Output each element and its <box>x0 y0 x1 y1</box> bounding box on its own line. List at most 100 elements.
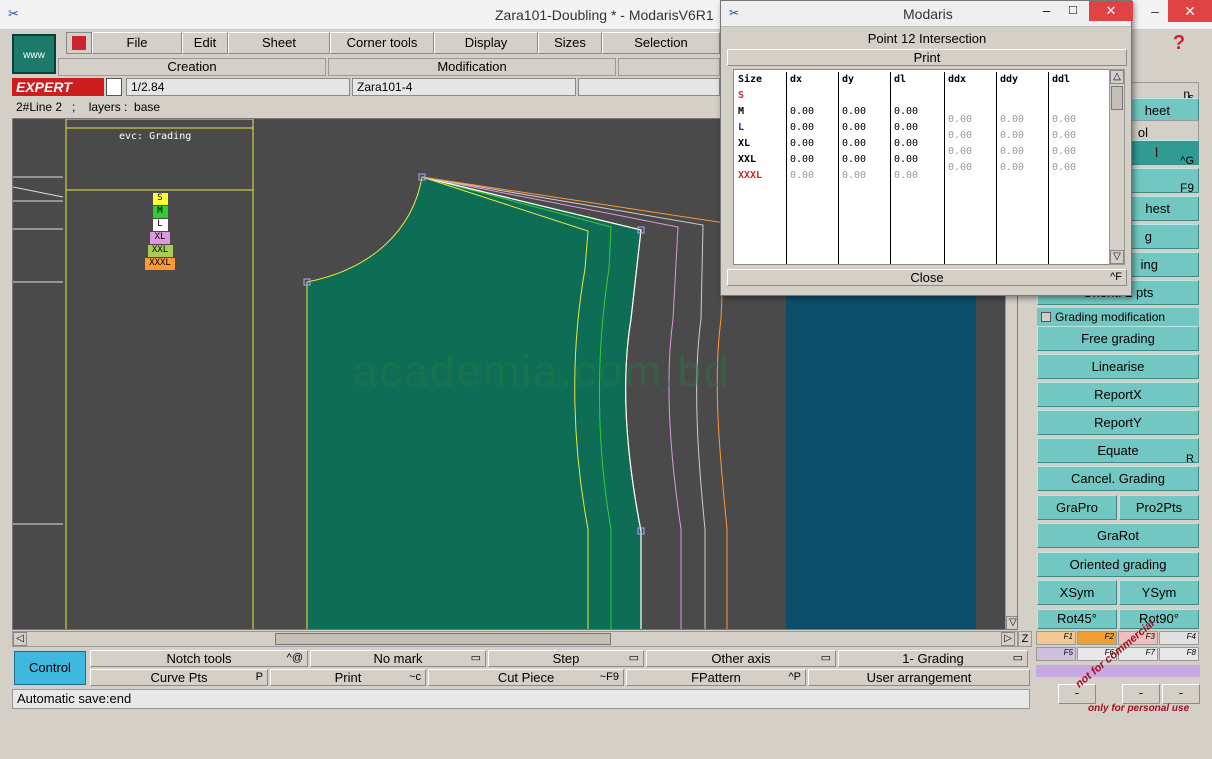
print-button[interactable]: Print <box>727 49 1127 66</box>
equate-button[interactable]: Equate R <box>1037 438 1199 465</box>
column-divider <box>890 72 891 264</box>
table-cell: 0.00 <box>790 106 815 117</box>
toolbar-btn-other-axis[interactable]: Other axis ▭ <box>646 650 836 667</box>
menu-modification[interactable]: Modification <box>328 58 616 76</box>
legend-size-3: XL <box>150 232 170 244</box>
close-label: Close <box>910 270 944 285</box>
menu-selection[interactable]: Selection <box>602 32 720 54</box>
toolbar-row-2: Curve Pts P Print ~c Cut Piece ~F9 FPattern ^P U… <box>90 669 1030 687</box>
table-cell: 0.00 <box>842 138 867 149</box>
menu-corner-tools[interactable]: Corner tools <box>330 32 434 54</box>
button-hotkey: ~F9 <box>599 671 619 683</box>
button-label: Print <box>334 670 362 685</box>
scroll-up-icon[interactable]: △ <box>1110 70 1124 84</box>
checkbox-label: Grading modification <box>1055 310 1166 324</box>
piece-name-field[interactable]: Zara101-4 <box>352 78 576 96</box>
function-key-f2[interactable]: F2 <box>1077 631 1117 645</box>
lectra-logo-icon[interactable] <box>66 32 92 54</box>
table-cell: 0.00 <box>948 162 973 173</box>
table-cell: 0.00 <box>1000 114 1025 125</box>
control-button[interactable]: Control <box>14 651 86 685</box>
toolbar-btn-no-mark[interactable]: No mark ▭ <box>310 650 486 667</box>
button-label: Notch tools <box>166 651 232 666</box>
button-label: Curve Pts <box>150 670 208 685</box>
menu-sizes[interactable]: Sizes <box>538 32 602 54</box>
point-intersection-dialog: ✂ Modaris – □ ✕ Point 12 Intersection Pr… <box>720 0 1133 296</box>
zoom-z-icon[interactable]: Z <box>1018 631 1032 647</box>
button-label: Cut Piece <box>497 670 555 685</box>
legend-size-5: XXXL <box>145 258 175 270</box>
table-cell: 0.00 <box>1052 162 1077 173</box>
status-line: 2#Line 2 ; layers : base <box>12 98 720 116</box>
table-cell: 0.00 <box>894 154 919 165</box>
table-cell: 0.00 <box>1000 162 1025 173</box>
scroll-down-icon[interactable]: ▽ <box>1110 250 1124 264</box>
pro2pts-button[interactable]: Pro2Pts <box>1119 495 1199 520</box>
scroll-down-icon[interactable]: ▽ <box>1006 616 1017 629</box>
dialog-header: Point 12 Intersection <box>867 31 987 46</box>
overlay-line-2: only for personal use <box>1088 703 1190 714</box>
toolbar-btn-user-arrangement[interactable]: User arrangement <box>808 669 1030 686</box>
reportx-button[interactable]: ReportX <box>1037 382 1199 407</box>
scroll-left-icon[interactable]: ◁ <box>13 632 27 646</box>
scroll-right-icon[interactable]: ▷ <box>1001 632 1015 646</box>
dialog-maximize-icon[interactable]: □ <box>1069 2 1077 17</box>
window-title: Zara101-Doubling * - ModarisV6R1 <box>495 7 714 23</box>
logo-button[interactable]: www <box>12 34 56 74</box>
xsym-button[interactable]: XSym <box>1037 580 1117 605</box>
column-divider <box>944 72 945 264</box>
cancel-grading-button[interactable]: Cancel. Grading <box>1037 466 1199 491</box>
row-size-label: S <box>738 90 745 101</box>
scale-field[interactable]: 1/2.84 <box>126 78 350 96</box>
linearise-button[interactable]: Linearise <box>1037 354 1199 379</box>
ysym-button[interactable]: YSym <box>1119 580 1199 605</box>
scroll-thumb[interactable] <box>1111 86 1123 110</box>
legend-size-4: XXL <box>147 245 173 257</box>
button-hotkey: ▭ <box>470 652 481 664</box>
legend-size-1: M <box>152 206 168 218</box>
table-cell: 0.00 <box>790 170 815 181</box>
toolbar-btn-print[interactable]: Print ~c <box>270 669 426 686</box>
table-cell: 0.00 <box>1052 146 1077 157</box>
table-cell: 0.00 <box>790 138 815 149</box>
checkbox-icon[interactable] <box>1041 312 1051 322</box>
partial-label: ing <box>1140 257 1158 272</box>
tick-mark <box>13 186 64 198</box>
dialog-scrollbar[interactable]: △ ▽ <box>1109 69 1125 265</box>
function-key-f5[interactable]: F5 <box>1036 647 1076 661</box>
toolbar-btn-curve-pts[interactable]: Curve Pts P <box>90 669 268 686</box>
rot45-button[interactable]: Rot45° <box>1037 609 1117 629</box>
grapro-button[interactable]: GraPro <box>1037 495 1117 520</box>
column-header: Size <box>738 74 763 85</box>
toolbar-btn-cut-piece[interactable]: Cut Piece ~F9 <box>428 669 624 686</box>
help-icon[interactable]: ? <box>1166 32 1192 54</box>
grading-modification-checkbox[interactable]: Grading modification <box>1037 308 1199 326</box>
scroll-thumb[interactable] <box>275 633 611 645</box>
lock-icon[interactable] <box>106 78 122 96</box>
dialog-minimize-icon[interactable]: – <box>1043 3 1050 18</box>
free-grading-button[interactable]: Free grading <box>1037 326 1199 351</box>
menu-edit[interactable]: Edit <box>182 32 228 54</box>
app-icon: ✂ <box>729 6 740 20</box>
menu-sheet[interactable]: Sheet <box>228 32 330 54</box>
column-divider <box>1048 72 1049 264</box>
function-key-f1[interactable]: F1 <box>1036 631 1076 645</box>
toolbar-btn-step[interactable]: Step ▭ <box>488 650 644 667</box>
close-button[interactable]: Close ^F <box>727 269 1127 286</box>
toolbar-btn-fpattern[interactable]: FPattern ^P <box>626 669 806 686</box>
close-icon[interactable]: ✕ <box>1168 0 1212 22</box>
button-hotkey: ^P <box>788 671 802 683</box>
menu-display[interactable]: Display <box>434 32 538 54</box>
toolbar-btn-1-grading[interactable]: 1- Grading ▭ <box>838 650 1028 667</box>
oriented-grading-button[interactable]: Oriented grading <box>1037 552 1199 577</box>
table-cell: 0.00 <box>894 122 919 133</box>
reporty-button[interactable]: ReportY <box>1037 410 1199 435</box>
menu-file[interactable]: File <box>92 32 182 54</box>
horizontal-scrollbar[interactable]: ◁ ▷ <box>12 631 1018 647</box>
dialog-close-icon[interactable]: ✕ <box>1089 1 1133 21</box>
menu-creation[interactable]: Creation <box>58 58 326 76</box>
grarot-button[interactable]: GraRot <box>1037 523 1199 548</box>
toolbar-btn-notch-tools[interactable]: Notch tools ^@ <box>90 650 308 667</box>
expert-badge: EXPERT <box>12 78 104 96</box>
column-header: ddl <box>1052 74 1071 85</box>
